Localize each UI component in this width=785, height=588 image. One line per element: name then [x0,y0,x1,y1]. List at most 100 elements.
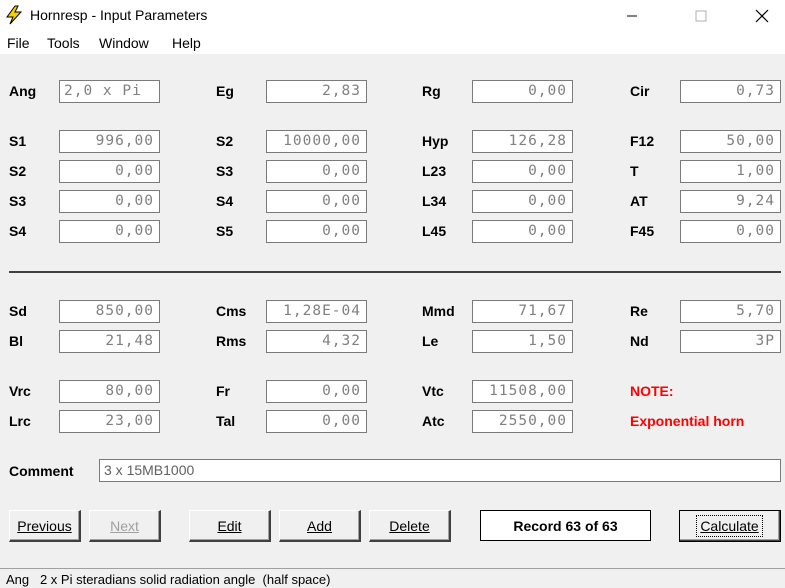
label-le: Le [422,333,439,349]
label-tal: Tal [216,413,236,429]
label-rms: Rms [216,333,247,349]
field-at[interactable]: 9,24 [680,190,781,213]
status-bar: Ang 2 x Pi steradians solid radiation an… [0,568,785,588]
label-s2-seg: S2 [9,163,27,179]
label-rg: Rg [422,83,441,99]
close-icon [755,9,769,22]
label-hyp: Hyp [422,133,449,149]
maximize-button[interactable] [678,0,724,31]
label-s3-seg: S3 [9,193,27,209]
menu-bar: File Tools Window Help [0,31,785,54]
label-s4: S4 [216,193,234,209]
comment-field[interactable]: 3 x 15MB1000 [99,459,781,482]
field-hyp[interactable]: 126,28 [472,130,573,153]
label-vrc: Vrc [9,383,31,399]
field-cir[interactable]: 0,73 [680,80,781,103]
field-ang[interactable]: 2,0 x Pi [59,80,160,103]
label-l45: L45 [422,223,447,239]
field-f12[interactable]: 50,00 [680,130,781,153]
field-lrc[interactable]: 23,00 [59,410,160,433]
field-s4-seg[interactable]: 0,00 [59,220,160,243]
field-s2-seg[interactable]: 0,00 [59,160,160,183]
calculate-button[interactable]: Calculate [679,510,781,542]
field-l23[interactable]: 0,00 [472,160,573,183]
label-nd: Nd [630,333,649,349]
menu-tools[interactable]: Tools [47,35,80,51]
field-s3[interactable]: 0,00 [266,160,367,183]
field-le[interactable]: 1,50 [472,330,573,353]
close-button[interactable] [739,0,785,31]
field-nd[interactable]: 3P [680,330,781,353]
field-t[interactable]: 1,00 [680,160,781,183]
note-text: Exponential horn [630,413,745,429]
field-sd[interactable]: 850,00 [59,300,160,323]
field-vrc[interactable]: 80,00 [59,380,160,403]
record-indicator: Record 63 of 63 [480,510,651,541]
field-eg[interactable]: 2,83 [266,80,367,103]
edit-button[interactable]: Edit [189,510,271,542]
field-bl[interactable]: 21,48 [59,330,160,353]
add-button[interactable]: Add [279,510,361,542]
field-atc[interactable]: 2550,00 [472,410,573,433]
add-label: Add [307,517,332,534]
label-fr: Fr [216,383,230,399]
menu-window[interactable]: Window [99,35,149,51]
delete-label: Delete [389,517,430,534]
label-re: Re [630,303,648,319]
minimize-icon [627,15,637,16]
label-cir: Cir [630,83,650,99]
input-parameters-panel: Ang 2,0 x Pi Eg 2,83 Rg 0,00 Cir 0,73 S1… [0,54,785,568]
field-vtc[interactable]: 11508,00 [472,380,573,403]
label-bl: Bl [9,333,23,349]
next-button[interactable]: Next [89,510,161,542]
note-title: NOTE: [630,383,674,399]
label-s3: S3 [216,163,234,179]
lightning-bolt-icon [6,5,23,25]
label-atc: Atc [422,413,445,429]
label-l34: L34 [422,193,447,209]
field-fr[interactable]: 0,00 [266,380,367,403]
field-l45[interactable]: 0,00 [472,220,573,243]
field-f45[interactable]: 0,00 [680,220,781,243]
window-title: Hornresp - Input Parameters [30,7,208,23]
next-label: Next [110,517,139,534]
label-mmd: Mmd [422,303,455,319]
minimize-button[interactable] [609,0,655,31]
field-cms[interactable]: 1,28E-04 [266,300,367,323]
field-re[interactable]: 5,70 [680,300,781,323]
field-s2[interactable]: 10000,00 [266,130,367,153]
previous-label: Previous [17,517,72,534]
label-vtc: Vtc [422,383,444,399]
field-rg[interactable]: 0,00 [472,80,573,103]
field-s5[interactable]: 0,00 [266,220,367,243]
field-s3-seg[interactable]: 0,00 [59,190,160,213]
label-cms: Cms [216,303,247,319]
status-text: Ang 2 x Pi steradians solid radiation an… [6,572,331,587]
label-f45: F45 [630,223,655,239]
label-sd: Sd [9,303,27,319]
label-s4-seg: S4 [9,223,27,239]
field-s1[interactable]: 996,00 [59,130,160,153]
label-f12: F12 [630,133,655,149]
delete-button[interactable]: Delete [369,510,451,542]
label-ang: Ang [9,83,37,99]
label-lrc: Lrc [9,413,31,429]
field-s4[interactable]: 0,00 [266,190,367,213]
label-s1: S1 [9,133,27,149]
label-at: AT [630,193,648,209]
label-comment: Comment [9,463,74,479]
title-bar[interactable]: Hornresp - Input Parameters [0,0,785,31]
menu-file[interactable]: File [7,35,30,51]
calculate-label: Calculate [696,514,763,537]
field-l34[interactable]: 0,00 [472,190,573,213]
field-tal[interactable]: 0,00 [266,410,367,433]
edit-label: Edit [217,517,242,534]
label-s5: S5 [216,223,234,239]
field-rms[interactable]: 4,32 [266,330,367,353]
previous-button[interactable]: Previous [9,510,81,542]
field-mmd[interactable]: 71,67 [472,300,573,323]
label-s2: S2 [216,133,234,149]
label-l23: L23 [422,163,447,179]
menu-help[interactable]: Help [172,35,201,51]
label-eg: Eg [216,83,234,99]
